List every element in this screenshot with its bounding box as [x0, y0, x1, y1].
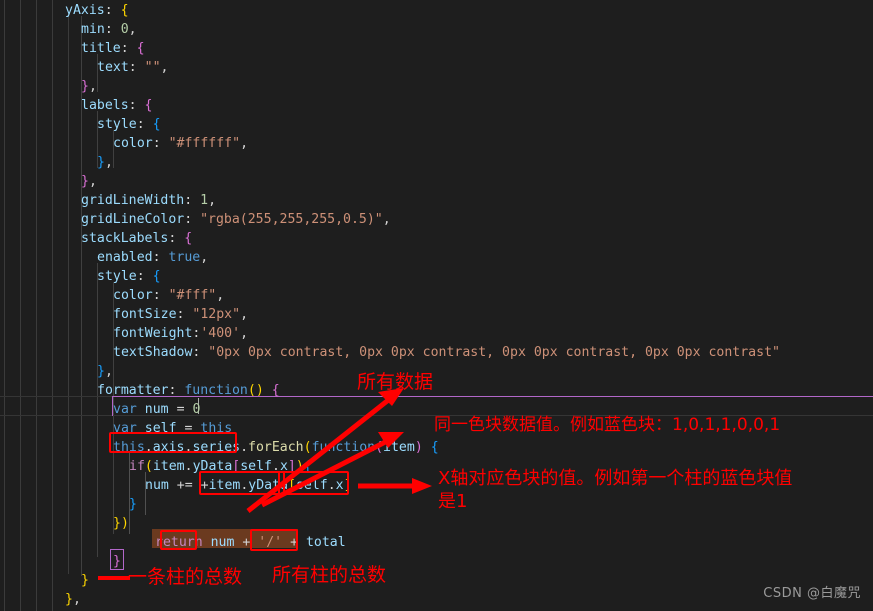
code-line: gridLineColor: "rgba(255,255,255,0.5)", — [81, 212, 391, 227]
editor-screenshot: yAxis: { min: 0, title: { text: "", }, l… — [0, 0, 873, 611]
annotation-all-bars-total: 所有柱的总数 — [272, 564, 387, 586]
code-line: text: "", — [97, 60, 169, 75]
code-line: stackLabels: { — [81, 231, 193, 246]
code-line: yAxis: { — [65, 3, 129, 18]
code-line: formatter: function() { — [97, 383, 280, 398]
code-line: color: "#fff", — [113, 288, 225, 303]
code-line: color: "#ffffff", — [113, 136, 249, 151]
code-line: }) — [113, 516, 129, 531]
highlight-box-num — [160, 530, 197, 550]
code-line: }, — [81, 174, 97, 189]
code-line: }, — [65, 592, 81, 607]
annotation-one-bar-total: 一条柱的总数 — [128, 566, 243, 588]
code-line: }, — [97, 364, 113, 379]
annotation-x-axis-value-line1: X轴对应色块的值。例如第一个柱的蓝色块值 — [438, 468, 793, 489]
code-line: }, — [81, 79, 97, 94]
code-line: labels: { — [81, 98, 153, 113]
code-line: title: { — [81, 41, 145, 56]
code-line: } — [129, 497, 137, 512]
code-line: enabled: true, — [97, 250, 209, 265]
code-line: style: { — [97, 117, 161, 132]
code-line: textShadow: "0px 0px contrast, 0px 0px c… — [113, 345, 780, 360]
code-line: fontSize: "12px", — [113, 307, 249, 322]
annotation-same-color-block: 同一色块数据值。例如蓝色块：1,0,1,1,0,0,1 — [434, 415, 781, 435]
code-line: style: { — [97, 269, 161, 284]
code-line: gridLineWidth: 1, — [81, 193, 217, 208]
code-line: }, — [97, 155, 113, 170]
code-line: return num + '/' + total — [155, 535, 346, 550]
annotation-x-axis-value-line2: 是1 — [438, 491, 468, 512]
code-line: fontWeight:'400', — [113, 326, 249, 341]
highlight-box-total — [250, 529, 298, 551]
highlight-box-this-axis-series — [109, 432, 237, 453]
code-area[interactable]: yAxis: { min: 0, title: { text: "", }, l… — [0, 0, 873, 611]
highlight-box-self-x — [278, 471, 349, 495]
watermark: CSDN @白魔咒 — [763, 586, 861, 601]
highlight-box-item-ydata — [199, 471, 285, 495]
annotation-all-data: 所有数据 — [357, 371, 434, 393]
code-line: min: 0, — [81, 22, 137, 37]
